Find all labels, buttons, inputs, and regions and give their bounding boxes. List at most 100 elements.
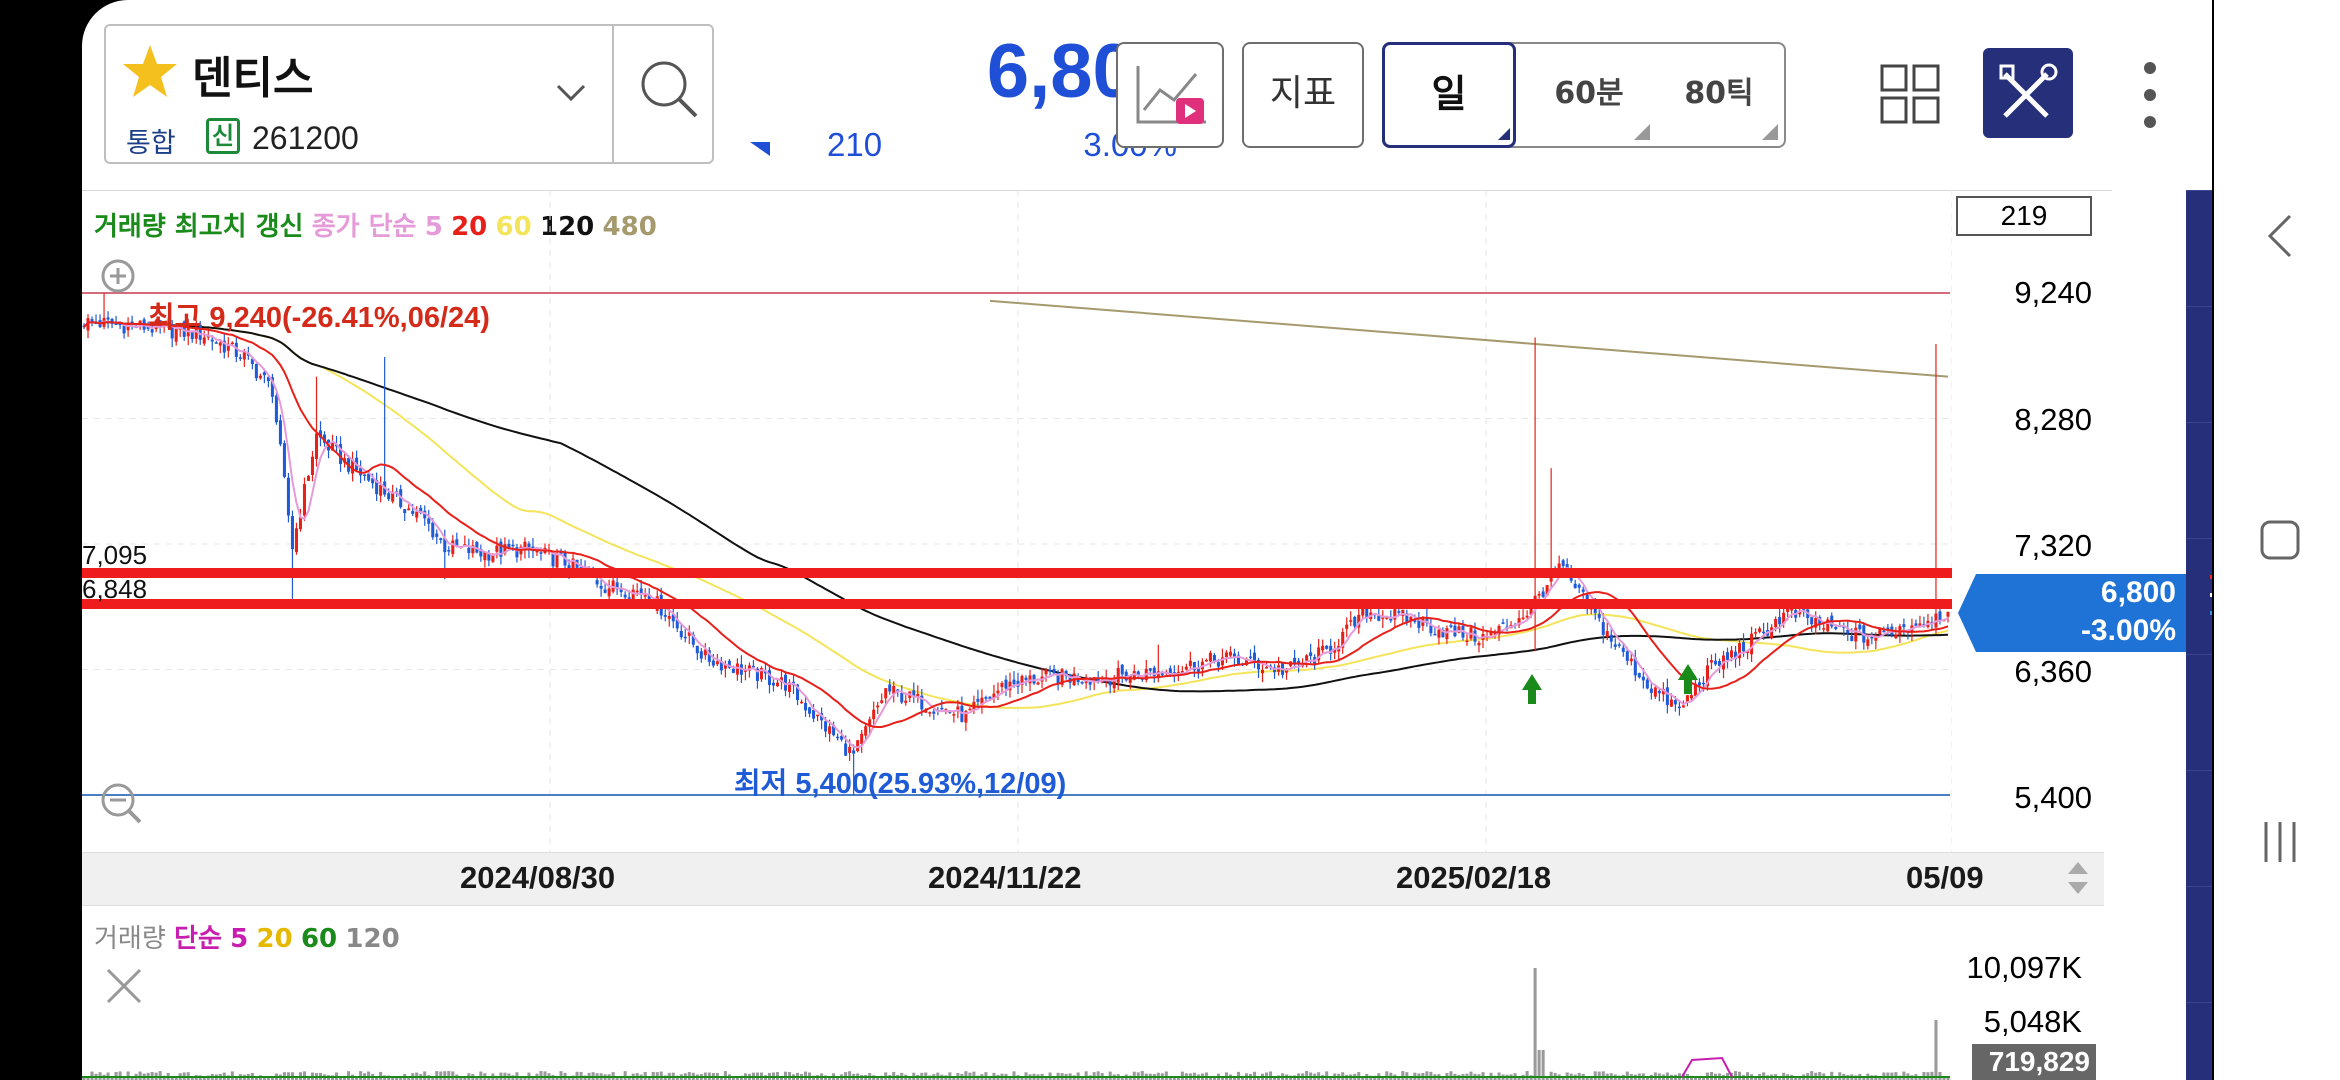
hcl-lines-button[interactable]: H C L xyxy=(2186,538,2212,654)
timeframe-80tick[interactable]: 80틱 xyxy=(1664,44,1774,146)
credit-badge: 신 xyxy=(206,118,240,154)
candle-body xyxy=(836,736,840,739)
candle-body xyxy=(1561,560,1565,567)
candle-body xyxy=(363,474,367,476)
vertical-line-button[interactable] xyxy=(2186,886,2212,1002)
candle-body xyxy=(1946,611,1950,617)
erase-all-button[interactable]: ALL xyxy=(2186,422,2212,538)
candle-body xyxy=(238,357,242,359)
candle-body xyxy=(1004,679,1008,689)
zoom-in-icon[interactable] xyxy=(98,256,142,300)
current-price-tag-change: -3.00% xyxy=(2080,614,2176,647)
timeframe-day[interactable]: 일 xyxy=(1382,42,1516,148)
volume-bar xyxy=(158,1071,162,1080)
zoom-out-icon[interactable] xyxy=(98,780,146,828)
volume-tick: 5,048K xyxy=(1983,1004,2082,1039)
home-icon[interactable] xyxy=(2258,518,2302,562)
volume-bar xyxy=(1902,1071,1906,1080)
candle-body xyxy=(1293,657,1297,664)
candle-body xyxy=(314,433,319,460)
more-menu-icon[interactable] xyxy=(2140,60,2160,130)
candle-body xyxy=(1914,623,1918,626)
volume-bar xyxy=(435,1071,439,1080)
volume-bar xyxy=(1012,1071,1016,1080)
indicator-button[interactable]: 지표 xyxy=(1242,42,1364,148)
volume-bar xyxy=(359,1071,363,1080)
price-change: 210 xyxy=(827,126,883,163)
candle-body xyxy=(1641,676,1645,681)
volume-bar xyxy=(114,1071,118,1080)
scroll-handle-icon[interactable] xyxy=(2066,860,2090,896)
candle-body xyxy=(1625,651,1629,661)
volume-bar xyxy=(1140,1071,1144,1080)
candle-body xyxy=(407,508,411,511)
chevron-down-icon[interactable] xyxy=(554,82,588,104)
candle-body xyxy=(876,705,880,708)
candle-body xyxy=(214,342,218,344)
buy-signal-icon xyxy=(1522,674,1542,704)
eraser-button[interactable] xyxy=(2186,306,2212,422)
trendline-button[interactable] xyxy=(2186,1002,2212,1080)
crosshair-button[interactable] xyxy=(2186,654,2212,770)
candle-body xyxy=(290,516,294,550)
candle-body xyxy=(379,484,383,496)
price-tick: 5,400 xyxy=(2014,780,2092,815)
candle-body xyxy=(1525,615,1529,618)
save-button[interactable] xyxy=(2186,190,2212,306)
volume-bar xyxy=(1305,1071,1309,1080)
layout-grid-icon[interactable] xyxy=(1878,62,1942,126)
candle-body xyxy=(1617,644,1621,646)
candle-body xyxy=(114,323,118,326)
back-icon[interactable] xyxy=(2266,212,2294,260)
candle-body xyxy=(852,750,856,754)
candle-body xyxy=(551,553,555,567)
volume-bar xyxy=(1108,1071,1112,1080)
volume-chart[interactable] xyxy=(82,950,1952,1080)
recent-apps-icon[interactable] xyxy=(2260,820,2300,864)
volume-bar xyxy=(1425,1071,1429,1080)
trend-tool-button[interactable] xyxy=(2186,770,2212,886)
chart-app: 덴티스 통합 신 261200 6,800 210 3.00% 지표 일 60분… xyxy=(82,0,2212,1080)
candle-body xyxy=(467,547,471,553)
volume-bar xyxy=(439,1071,443,1080)
candle-body xyxy=(1778,617,1782,625)
candle-body xyxy=(1597,614,1601,619)
candle-body xyxy=(1445,628,1449,640)
timeframe-60min[interactable]: 60분 xyxy=(1534,44,1644,146)
volume-bar xyxy=(848,1071,852,1080)
volume-bar xyxy=(1541,1050,1545,1080)
stock-selector[interactable]: 덴티스 통합 신 261200 xyxy=(104,24,714,164)
volume-bar xyxy=(1164,1071,1168,1080)
search-icon[interactable] xyxy=(632,52,712,132)
candle-count[interactable]: 219 xyxy=(1956,196,2092,236)
candle-body xyxy=(735,663,739,675)
candle-body xyxy=(816,714,820,717)
date-tick: 05/09 xyxy=(1906,860,1984,895)
volume-bar xyxy=(1810,1071,1814,1080)
candle-body xyxy=(856,740,860,752)
tools-button[interactable] xyxy=(1983,48,2073,138)
candle-body xyxy=(1577,584,1581,588)
chart-video-button[interactable] xyxy=(1116,42,1224,148)
candle-body xyxy=(1894,634,1898,639)
candle-body xyxy=(202,337,206,344)
candle-body xyxy=(210,339,214,342)
candle-body xyxy=(242,352,246,360)
candle-body xyxy=(884,688,888,699)
candle-body xyxy=(1000,682,1004,688)
candle-body xyxy=(771,682,776,686)
candle-body xyxy=(1028,675,1032,684)
volume-bar xyxy=(1325,1071,1329,1080)
candle-body xyxy=(106,317,110,320)
ma5-line xyxy=(83,320,1949,749)
candle-body xyxy=(804,702,808,711)
candle-body xyxy=(940,707,944,710)
candle-body xyxy=(1609,634,1613,642)
date-axis[interactable] xyxy=(82,852,2104,906)
candle-body xyxy=(1160,673,1164,676)
candle-body xyxy=(1681,705,1685,708)
favorite-star-icon[interactable] xyxy=(120,42,180,102)
volume-bar xyxy=(138,1071,142,1080)
candle-body xyxy=(715,661,719,665)
current-price-tag: 6,800 -3.00% xyxy=(1958,574,2186,652)
